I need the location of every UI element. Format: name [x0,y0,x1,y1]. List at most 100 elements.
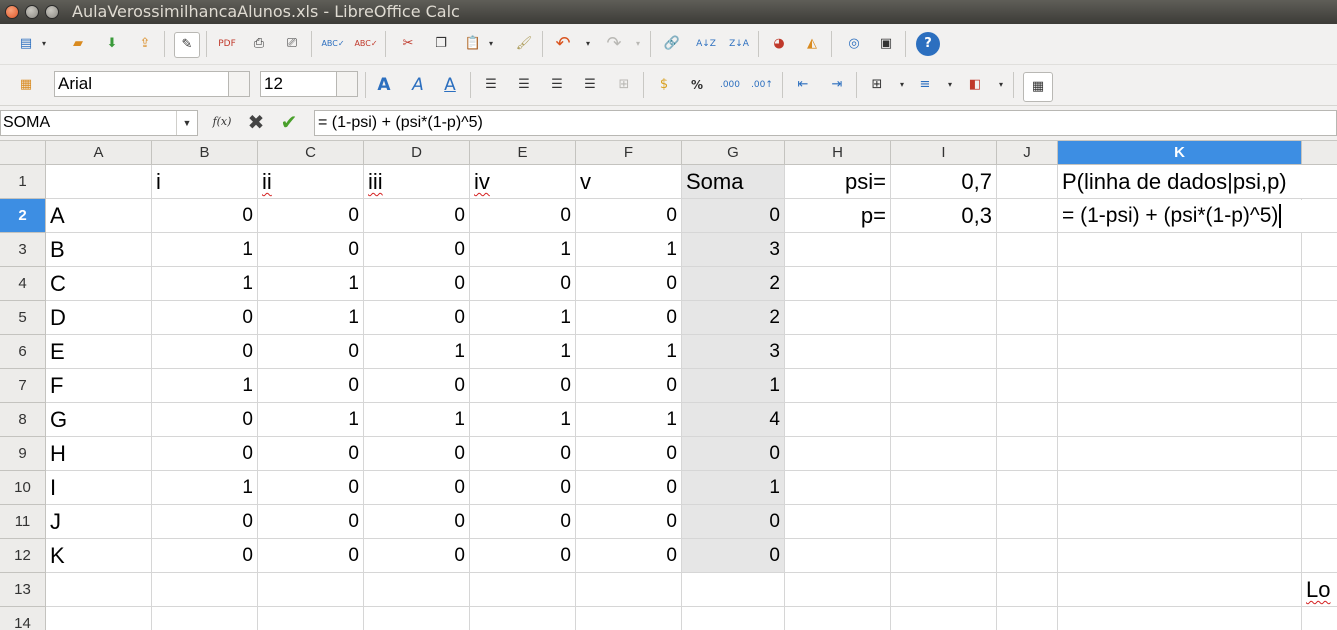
undo-icon[interactable]: ↶ [551,32,575,56]
cell-e5[interactable]: 1 [470,301,576,335]
cell-h2[interactable]: p= [785,199,891,233]
cell-c4[interactable]: 1 [258,267,364,301]
column-header-g[interactable]: G [682,141,785,165]
cell-g9[interactable]: 0 [682,437,785,471]
cell-j7[interactable] [997,369,1058,403]
cell-l8[interactable] [1302,403,1337,437]
cell-b7[interactable]: 1 [152,369,258,403]
row-header-6[interactable]: 6 [0,335,46,369]
cell-g3[interactable]: 3 [682,233,785,267]
cell-d2[interactable]: 0 [364,199,470,233]
cell-f9[interactable]: 0 [576,437,682,471]
cell-h6[interactable] [785,335,891,369]
cell-d12[interactable]: 0 [364,539,470,573]
undo-dropdown-icon[interactable]: ▾ [584,32,592,56]
cell-k5[interactable] [1058,301,1302,335]
cell-l3[interactable] [1302,233,1337,267]
function-wizard-icon[interactable]: f(x) [210,110,234,134]
cell-g5[interactable]: 2 [682,301,785,335]
select-all-corner[interactable] [0,141,46,165]
cell-a12[interactable]: K [46,539,152,573]
window-maximize-button[interactable] [45,5,59,19]
column-header-d[interactable]: D [364,141,470,165]
row-header-2[interactable]: 2 [0,199,46,233]
gallery-icon[interactable]: ▣ [874,32,898,56]
cell-f5[interactable]: 0 [576,301,682,335]
borders-icon[interactable]: ⊞ [865,73,889,97]
cell-j13[interactable] [997,573,1058,607]
cell-k9[interactable] [1058,437,1302,471]
autospell-icon[interactable]: ABC✓ [354,32,378,56]
cell-e10[interactable]: 0 [470,471,576,505]
row-header-13[interactable]: 13 [0,573,46,607]
cell-j10[interactable] [997,471,1058,505]
row-header-3[interactable]: 3 [0,233,46,267]
add-decimal-icon[interactable]: .00↑ [750,73,774,97]
cell-h12[interactable] [785,539,891,573]
spellcheck-icon[interactable]: ABC✓ [321,32,345,56]
hyperlink-icon[interactable]: 🔗 [660,32,684,56]
italic-icon[interactable]: A [406,73,430,97]
column-header-b[interactable]: B [152,141,258,165]
cell-g6[interactable]: 3 [682,335,785,369]
cell-e1[interactable]: iv [470,165,576,199]
background-color-dropdown-icon[interactable]: ▾ [997,73,1005,97]
cell-c10[interactable]: 0 [258,471,364,505]
cell-h4[interactable] [785,267,891,301]
column-header-a[interactable]: A [46,141,152,165]
cell-j2[interactable] [997,199,1058,233]
font-size-dropdown[interactable] [336,72,357,96]
draw-functions-icon[interactable]: ◭ [800,32,824,56]
cell-b3[interactable]: 1 [152,233,258,267]
paste-icon[interactable]: 📋 [461,32,485,56]
row-header-1[interactable]: 1 [0,165,46,199]
cell-f14[interactable] [576,607,682,630]
cell-h5[interactable] [785,301,891,335]
cell-i2[interactable]: 0,3 [891,199,997,233]
cell-h7[interactable] [785,369,891,403]
cell-a13[interactable] [46,573,152,607]
background-color-icon[interactable]: ◧ [963,73,987,97]
cell-k1[interactable]: P(linha de dados|psi,p) [1058,165,1302,199]
column-header-i[interactable]: I [891,141,997,165]
cell-a9[interactable]: H [46,437,152,471]
cell-a11[interactable]: J [46,505,152,539]
border-style-dropdown-icon[interactable]: ▾ [946,73,954,97]
styles-formatting-icon[interactable]: ▦ [14,73,38,97]
row-header-4[interactable]: 4 [0,267,46,301]
cell-g4[interactable]: 2 [682,267,785,301]
cell-d9[interactable]: 0 [364,437,470,471]
cell-f7[interactable]: 0 [576,369,682,403]
cell-l5[interactable] [1302,301,1337,335]
export-icon[interactable]: ⇪ [133,32,157,56]
row-header-9[interactable]: 9 [0,437,46,471]
cell-l10[interactable] [1302,471,1337,505]
cell-e14[interactable] [470,607,576,630]
cell-g14[interactable] [682,607,785,630]
cell-a14[interactable] [46,607,152,630]
cell-l1[interactable] [1302,165,1337,199]
cell-d13[interactable] [364,573,470,607]
cell-e9[interactable]: 0 [470,437,576,471]
cell-i6[interactable] [891,335,997,369]
cell-d11[interactable]: 0 [364,505,470,539]
row-header-7[interactable]: 7 [0,369,46,403]
sort-ascending-icon[interactable]: A↓Z [694,32,718,56]
redo-dropdown-icon[interactable]: ▾ [634,32,642,56]
print-preview-icon[interactable]: ⎚ [280,32,304,56]
cell-f12[interactable]: 0 [576,539,682,573]
cell-b12[interactable]: 0 [152,539,258,573]
row-header-10[interactable]: 10 [0,471,46,505]
cell-g12[interactable]: 0 [682,539,785,573]
cell-j8[interactable] [997,403,1058,437]
cell-b4[interactable]: 1 [152,267,258,301]
align-center-icon[interactable]: ☰ [512,73,536,97]
cell-i4[interactable] [891,267,997,301]
cell-b13[interactable] [152,573,258,607]
cell-f1[interactable]: v [576,165,682,199]
column-header-l[interactable] [1302,141,1337,165]
cell-b6[interactable]: 0 [152,335,258,369]
cell-i9[interactable] [891,437,997,471]
column-header-h[interactable]: H [785,141,891,165]
cell-b14[interactable] [152,607,258,630]
